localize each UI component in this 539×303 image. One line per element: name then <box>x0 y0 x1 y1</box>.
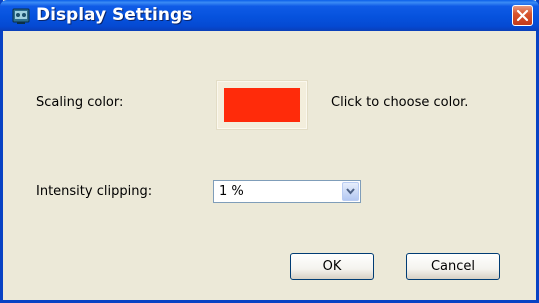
intensity-clipping-value: 1 % <box>219 184 244 199</box>
scaling-color-button[interactable] <box>216 80 308 130</box>
window-title: Display Settings <box>36 5 193 25</box>
scaling-color-swatch[interactable] <box>224 88 300 122</box>
color-hint-text: Click to choose color. <box>331 95 469 110</box>
chevron-down-icon <box>346 188 355 195</box>
scaling-color-label: Scaling color: <box>36 95 124 110</box>
dropdown-arrow-button[interactable] <box>342 182 359 201</box>
display-settings-dialog: Display Settings Scaling color: Click to… <box>0 0 539 303</box>
ok-button[interactable]: OK <box>290 253 374 280</box>
settings-app-icon <box>12 7 30 25</box>
title-bar[interactable]: Display Settings <box>0 0 539 31</box>
close-button[interactable] <box>512 5 533 26</box>
intensity-clipping-label: Intensity clipping: <box>36 184 153 199</box>
close-icon <box>516 9 529 22</box>
cancel-button[interactable]: Cancel <box>406 253 500 280</box>
intensity-clipping-select[interactable]: 1 % <box>213 180 361 203</box>
